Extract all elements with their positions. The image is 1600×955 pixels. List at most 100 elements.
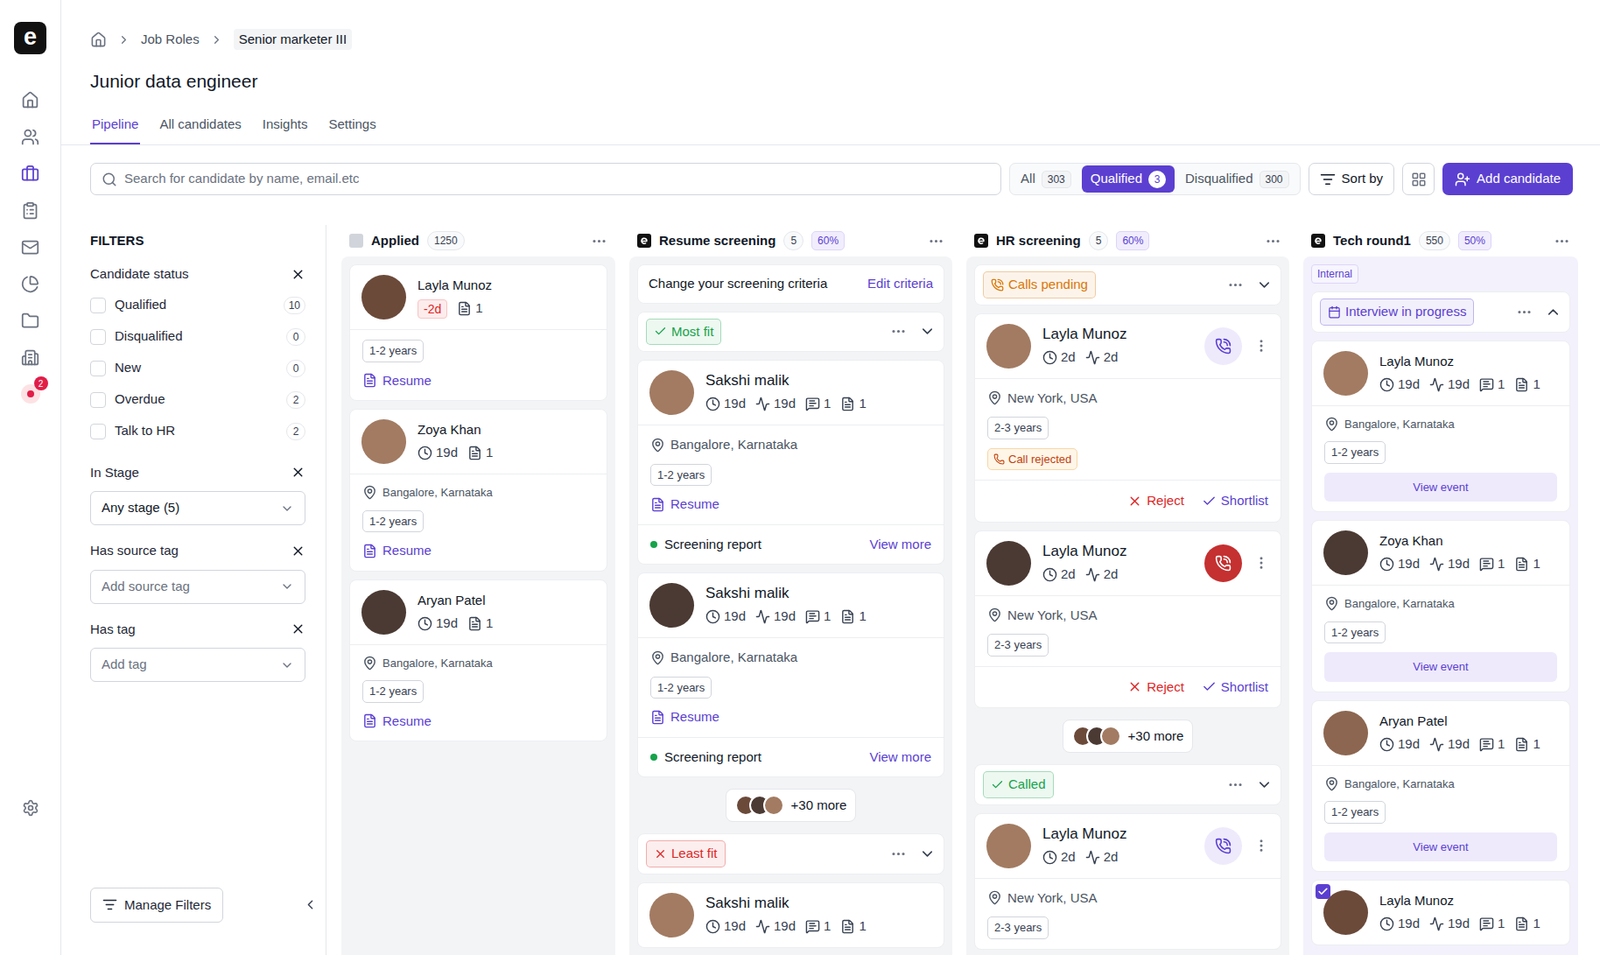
shortlist-button[interactable]: Shortlist bbox=[1201, 491, 1269, 512]
group-menu-icon[interactable] bbox=[890, 322, 907, 340]
clear-filter-icon[interactable] bbox=[290, 464, 306, 480]
checkbox[interactable] bbox=[90, 360, 106, 377]
rail-item[interactable] bbox=[12, 81, 50, 119]
candidate-name[interactable]: Sakshi malik bbox=[705, 371, 933, 391]
reject-button[interactable]: Reject bbox=[1127, 677, 1185, 698]
candidate-name[interactable]: Layla Munoz bbox=[1379, 351, 1558, 372]
candidate-card[interactable]: Zoya Khan19d19d11Bangalore, Karnataka1-2… bbox=[1311, 519, 1571, 693]
chevron-icon[interactable] bbox=[919, 322, 936, 340]
candidate-card[interactable]: Layla Munoz19d19d11Bangalore, Karnataka1… bbox=[1311, 340, 1571, 513]
group-header[interactable]: Called bbox=[974, 764, 1282, 806]
rail-item[interactable] bbox=[12, 191, 50, 229]
chevron-icon[interactable] bbox=[919, 845, 936, 863]
group-header[interactable]: Calls pending bbox=[974, 264, 1282, 306]
tab[interactable]: All candidates bbox=[157, 112, 243, 146]
view-event-button[interactable]: View event bbox=[1324, 652, 1558, 682]
resume-link[interactable]: Resume bbox=[650, 707, 720, 728]
chevron-icon[interactable] bbox=[1256, 776, 1273, 793]
filter-select[interactable]: Any stage (5) bbox=[90, 491, 306, 526]
group-menu-icon[interactable] bbox=[890, 845, 907, 863]
rail-item[interactable] bbox=[12, 154, 50, 192]
status-segment[interactable]: All303 bbox=[1011, 165, 1081, 193]
chevron-icon[interactable] bbox=[1256, 276, 1273, 294]
call-button[interactable] bbox=[1204, 544, 1243, 583]
filter-select[interactable]: Add source tag bbox=[90, 569, 306, 604]
column-menu-icon[interactable] bbox=[927, 232, 945, 250]
candidate-card[interactable]: Layla Munoz2d2dNew York, USA2-3 yearsRej… bbox=[974, 530, 1282, 709]
candidate-name[interactable]: Layla Munoz bbox=[1042, 824, 1193, 844]
card-checkbox[interactable] bbox=[1315, 884, 1331, 899]
more-candidates-button[interactable]: +30 more bbox=[725, 788, 857, 822]
tab[interactable]: Pipeline bbox=[90, 112, 141, 146]
resume-link[interactable]: Resume bbox=[650, 494, 720, 515]
card-menu-icon[interactable] bbox=[1253, 837, 1270, 854]
status-option[interactable]: Disqualified0 bbox=[90, 321, 306, 353]
candidate-name[interactable]: Layla Munoz bbox=[1042, 324, 1193, 344]
candidate-card[interactable]: Layla Munoz-2d11-2 yearsResume bbox=[349, 264, 608, 401]
checkbox[interactable] bbox=[90, 423, 106, 440]
checkbox[interactable] bbox=[90, 297, 106, 314]
candidate-name[interactable]: Aryan Patel bbox=[1379, 711, 1558, 731]
edit-criteria-link[interactable]: Edit criteria bbox=[867, 273, 934, 295]
status-segment[interactable]: Disqualified300 bbox=[1176, 165, 1299, 193]
view-toggle-button[interactable] bbox=[1402, 162, 1435, 196]
more-candidates-button[interactable]: +30 more bbox=[1062, 719, 1194, 753]
home-icon[interactable] bbox=[90, 31, 107, 49]
status-option[interactable]: Qualified10 bbox=[90, 289, 306, 322]
call-button[interactable] bbox=[1204, 327, 1243, 365]
candidate-name[interactable]: Zoya Khan bbox=[417, 420, 596, 440]
column-menu-icon[interactable] bbox=[1264, 232, 1282, 250]
notifications-item[interactable]: 2 bbox=[12, 375, 50, 413]
clear-filter-icon[interactable] bbox=[290, 266, 306, 282]
rail-item[interactable] bbox=[12, 265, 50, 302]
status-option[interactable]: Overdue2 bbox=[90, 384, 306, 416]
checkbox[interactable] bbox=[90, 329, 106, 345]
clear-filter-icon[interactable] bbox=[290, 621, 306, 637]
view-more-link[interactable]: View more bbox=[869, 747, 932, 768]
candidate-name[interactable]: Layla Munoz bbox=[1042, 541, 1193, 562]
group-header[interactable]: Most fit bbox=[637, 311, 945, 353]
view-event-button[interactable]: View event bbox=[1324, 832, 1558, 863]
candidate-name[interactable]: Layla Munoz bbox=[417, 275, 596, 295]
clear-filter-icon[interactable] bbox=[290, 543, 306, 559]
resume-link[interactable]: Resume bbox=[362, 711, 432, 732]
collapse-icon[interactable] bbox=[302, 897, 318, 913]
resume-link[interactable]: Resume bbox=[362, 371, 432, 392]
candidate-card[interactable]: Layla Munoz2d2dNew York, USA2-3 yearsCal… bbox=[974, 313, 1282, 523]
candidate-name[interactable]: Sakshi malik bbox=[705, 893, 933, 913]
rail-item[interactable] bbox=[12, 228, 50, 266]
column-menu-icon[interactable] bbox=[590, 232, 608, 250]
status-option[interactable]: New0 bbox=[90, 352, 306, 385]
status-option[interactable]: Talk to HR2 bbox=[90, 415, 306, 448]
tab[interactable]: Insights bbox=[260, 112, 310, 146]
filter-select[interactable]: Add tag bbox=[90, 647, 306, 682]
call-button[interactable] bbox=[1204, 827, 1243, 865]
candidate-card[interactable]: Aryan Patel19d1Bangalore, Karnataka1-2 y… bbox=[349, 579, 608, 743]
candidate-name[interactable]: Aryan Patel bbox=[417, 590, 596, 611]
candidate-card[interactable]: Sakshi malik19d19d11 bbox=[637, 882, 945, 948]
manage-filters-button[interactable]: Manage Filters bbox=[90, 887, 224, 924]
rail-item[interactable] bbox=[12, 301, 50, 339]
breadcrumb-item[interactable]: Job Roles bbox=[140, 29, 200, 50]
checkbox[interactable] bbox=[90, 392, 106, 408]
sort-button[interactable]: Sort by bbox=[1308, 162, 1396, 196]
card-menu-icon[interactable] bbox=[1253, 337, 1270, 354]
candidate-name[interactable]: Layla Munoz bbox=[1379, 891, 1558, 911]
candidate-card[interactable]: Aryan Patel19d19d11Bangalore, Karnataka1… bbox=[1311, 700, 1571, 873]
resume-link[interactable]: Resume bbox=[362, 540, 432, 562]
breadcrumb-item[interactable]: Senior marketer III bbox=[233, 28, 352, 51]
view-more-link[interactable]: View more bbox=[869, 534, 932, 555]
group-menu-icon[interactable] bbox=[1227, 276, 1244, 294]
rail-item[interactable] bbox=[12, 118, 50, 155]
candidate-name[interactable]: Sakshi malik bbox=[705, 583, 933, 604]
tab[interactable]: Settings bbox=[326, 112, 378, 146]
add-candidate-button[interactable]: Add candidate bbox=[1442, 162, 1573, 196]
candidate-name[interactable]: Zoya Khan bbox=[1379, 531, 1558, 551]
group-menu-icon[interactable] bbox=[1227, 776, 1244, 793]
chevron-icon[interactable] bbox=[1544, 303, 1562, 321]
group-header[interactable]: Least fit bbox=[637, 833, 945, 875]
candidate-card[interactable]: Layla Munoz2d2dNew York, USA2-3 years bbox=[974, 813, 1282, 950]
candidate-card[interactable]: Zoya Khan19d1Bangalore, Karnataka1-2 yea… bbox=[349, 408, 608, 572]
reject-button[interactable]: Reject bbox=[1127, 491, 1185, 512]
candidate-card[interactable]: Sakshi malik19d19d11Bangalore, Karnataka… bbox=[637, 359, 945, 565]
